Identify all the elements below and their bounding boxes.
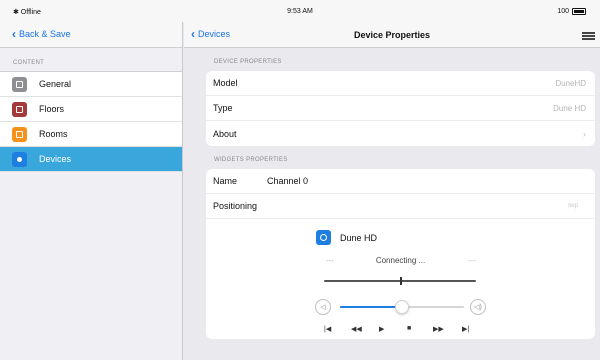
positioning-row[interactable]: Positioning пер (206, 194, 595, 219)
positioning-value: пер (568, 203, 578, 209)
devices-icon (12, 151, 27, 167)
widgets-properties-card: Name Channel 0 Positioning пер Dune HD -… (206, 169, 595, 339)
gear-icon (12, 76, 27, 92)
device-properties-header: DEVICE PROPERTIES (214, 59, 282, 65)
rooms-icon (12, 126, 27, 142)
battery-percentage: 100 (557, 8, 569, 15)
dune-hd-icon (316, 230, 331, 245)
chevron-right-icon: › (583, 128, 586, 139)
sidebar-item-rooms[interactable]: Rooms (0, 122, 182, 147)
back-and-save-label: Back & Save (19, 29, 71, 39)
widgets-properties-header: WIDGETS PROPERTIES (214, 157, 288, 163)
content-section-header: CONTENT (13, 60, 45, 66)
content-menu: General Floors Rooms Devices (0, 71, 182, 172)
type-value: Dune HD (553, 103, 586, 113)
status-bar: ✱ Offline 9:53 AM 100 (0, 0, 600, 22)
media-player-widget: Dune HD --- Connecting ... --- ◁ ◁) |◀ ◀… (206, 219, 595, 339)
volume-down-button[interactable]: ◁ (315, 299, 331, 315)
detail-nav-bar: ‹ Devices Device Properties (184, 22, 600, 48)
previous-button[interactable]: |◀ (324, 325, 331, 333)
name-value: Channel 0 (267, 176, 309, 186)
model-row[interactable]: Model DuneHD (206, 71, 595, 96)
page-title: Device Properties (353, 30, 431, 40)
clock: 9:53 AM (287, 8, 313, 15)
about-label: About (213, 128, 237, 139)
sidebar-item-general[interactable]: General (0, 72, 182, 97)
device-properties-card: Model DuneHD Type Dune HD About › (206, 71, 595, 146)
progress-bar[interactable] (324, 277, 476, 285)
sidebar-item-devices[interactable]: Devices (0, 147, 182, 172)
next-button[interactable]: ▶| (462, 325, 469, 333)
progress-thumb[interactable] (400, 277, 402, 285)
battery-icon (572, 8, 586, 15)
volume-slider[interactable] (340, 300, 464, 314)
chevron-left-icon: ‹ (12, 26, 16, 41)
type-row[interactable]: Type Dune HD (206, 96, 595, 121)
sidebar-item-floors[interactable]: Floors (0, 97, 182, 122)
remaining-time: --- (468, 256, 476, 265)
sidebar-item-label: Devices (39, 154, 72, 164)
play-button[interactable]: ▶ (379, 325, 384, 333)
master-pane: ‹ Back & Save CONTENT General Floors Roo… (0, 22, 183, 360)
name-row[interactable]: Name Channel 0 (206, 169, 595, 194)
name-label: Name (213, 176, 238, 186)
player-status-text: Connecting ... (375, 256, 426, 265)
model-label: Model (213, 78, 238, 88)
detail-pane: ‹ Devices Device Properties DEVICE PROPE… (184, 22, 600, 360)
player-header: Dune HD (316, 230, 377, 245)
menu-icon[interactable] (582, 32, 595, 40)
volume-up-button[interactable]: ◁) (470, 299, 486, 315)
fast-forward-button[interactable]: ▶▶ (433, 325, 444, 333)
positioning-label: Positioning (213, 201, 258, 211)
sidebar-item-label: General (39, 79, 72, 89)
volume-fill (340, 306, 402, 308)
floors-icon (12, 101, 27, 117)
volume-control: ◁ ◁) (315, 297, 486, 317)
sidebar-item-label: Floors (39, 104, 65, 114)
model-value: DuneHD (555, 78, 586, 88)
type-label: Type (213, 103, 233, 113)
master-nav-bar: ‹ Back & Save (0, 22, 182, 48)
rewind-button[interactable]: ◀◀ (351, 325, 362, 333)
volume-thumb[interactable] (395, 300, 409, 314)
sidebar-item-label: Rooms (39, 129, 68, 139)
back-and-save-button[interactable]: ‹ Back & Save (12, 26, 71, 41)
player-device-name: Dune HD (340, 232, 378, 243)
transport-controls: |◀ ◀◀ ▶ ■ ▶▶ ▶| (206, 325, 595, 337)
about-row[interactable]: About › (206, 121, 595, 146)
battery-status: 100 (557, 8, 586, 15)
stop-button[interactable]: ■ (407, 325, 411, 332)
